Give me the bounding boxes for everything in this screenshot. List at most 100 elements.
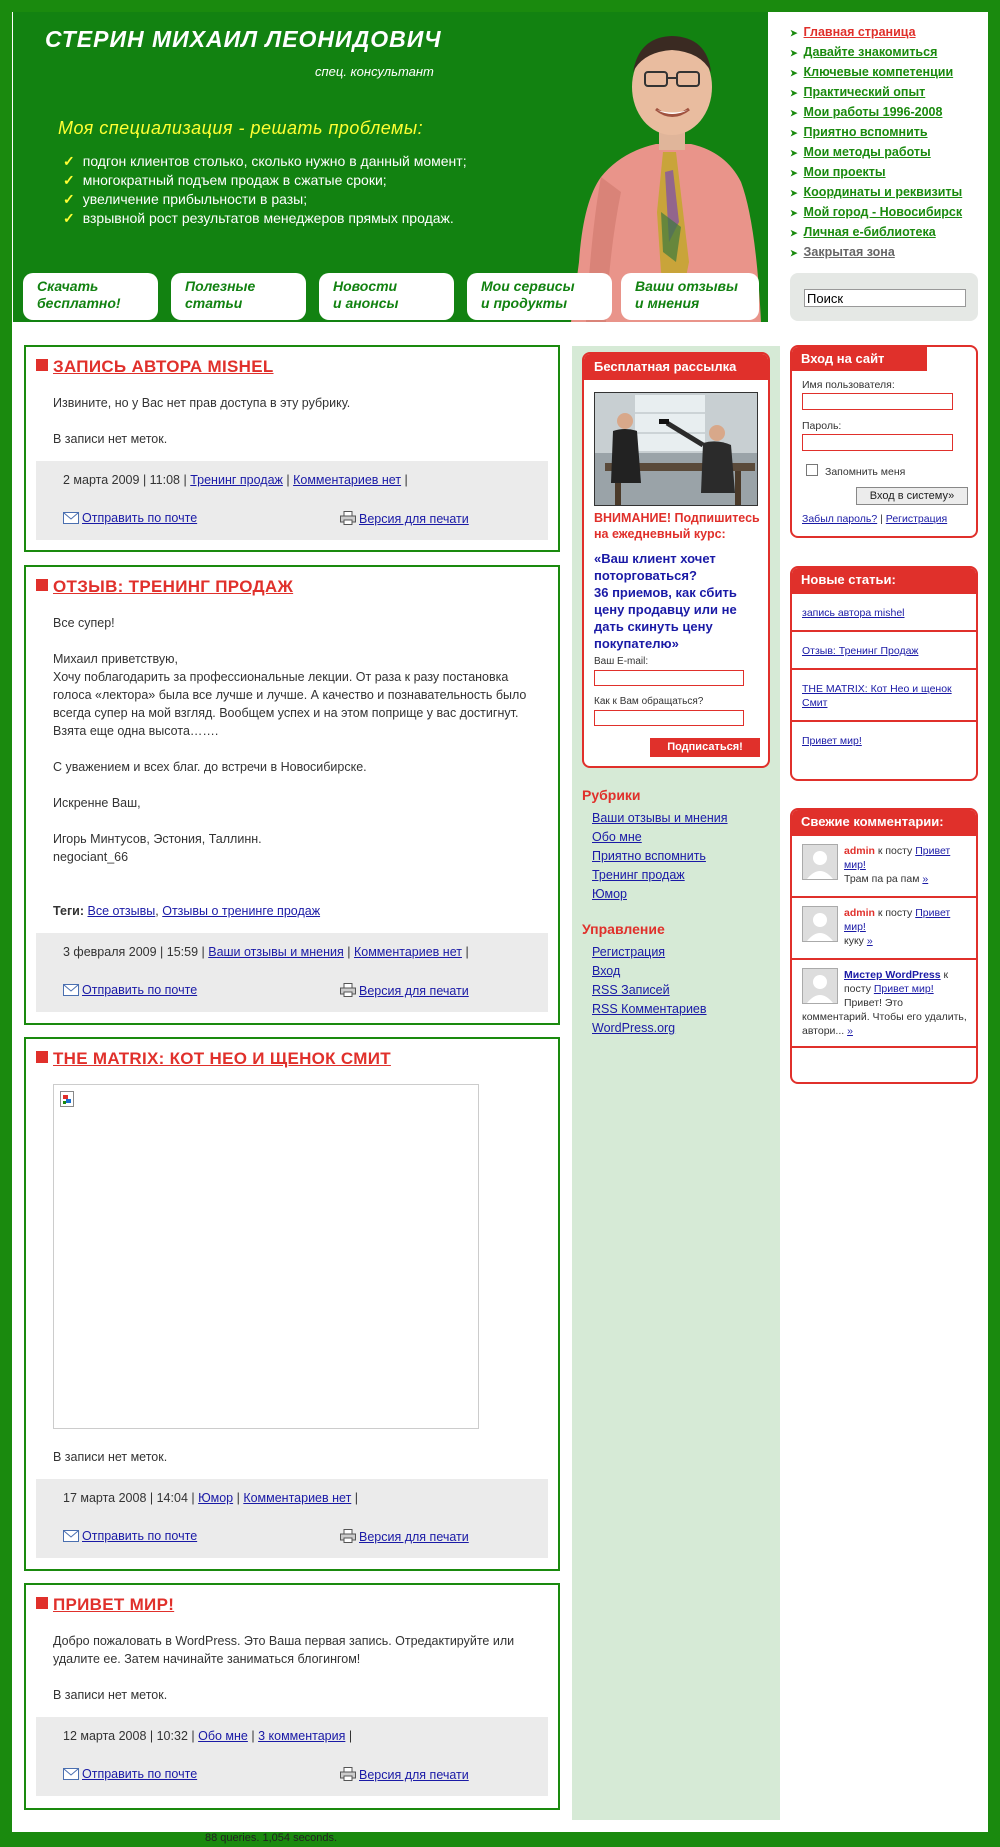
post-title[interactable]: THE MATRIX: КОТ НЕО И ЩЕНОК СМИТ [36,1049,391,1069]
newsletter-warning: ВНИМАНИЕ! Подпишитесь на ежедневный курс… [594,511,760,541]
comments-link[interactable]: 3 комментария [258,1729,345,1743]
newsletter-name-input[interactable] [594,710,744,726]
new-articles-box: Новые статьи: запись автора mishel Отзыв… [790,566,978,781]
manage-heading: Управление [582,921,665,937]
useful-articles-button[interactable]: Полезные статьи [171,273,306,320]
newsletter-email-input[interactable] [594,670,744,686]
arrow-right-icon: ➤ [790,128,798,138]
new-articles-list: запись автора mishel Отзыв: Тренинг Прод… [792,594,976,758]
comments-link[interactable]: Комментариев нет [243,1491,351,1505]
print-version-link[interactable]: Версия для печати [359,984,469,998]
nav-item-projects[interactable]: ➤ Мои проекты [790,162,962,182]
avatar [802,968,838,1004]
subscribe-button[interactable]: Подписаться! [650,738,760,757]
post-meta: 3 февраля 2009 | 15:59 | Ваши отзывы и м… [36,933,548,1012]
login-box: Вход на сайт Имя пользователя: Пароль: З… [790,345,978,538]
nav-item-closed-zone[interactable]: ➤ Закрытая зона [790,242,962,262]
nav-item-competencies[interactable]: ➤ Ключевые компетенции [790,62,962,82]
manage-item[interactable]: Регистрация [592,943,707,962]
manage-item[interactable]: Вход [592,962,707,981]
article-item[interactable]: Отзыв: Тренинг Продаж [792,632,976,670]
avatar [802,906,838,942]
services-button[interactable]: Мои сервисы и продукты [467,273,612,320]
rubric-item[interactable]: Ваши отзывы и мнения [592,809,728,828]
manage-item[interactable]: RSS Комментариев [592,1000,707,1019]
manage-item[interactable]: RSS Записей [592,981,707,1000]
post-matrix: THE MATRIX: КОТ НЕО И ЩЕНОК СМИТ В запис… [24,1037,560,1571]
comments-link[interactable]: Комментариев нет [354,945,462,959]
comment-more-link[interactable]: » [867,935,873,947]
feedback-button[interactable]: Ваши отзывы и мнения [621,273,759,320]
rubric-item[interactable]: Юмор [592,885,728,904]
nav-item-methods[interactable]: ➤ Мои методы работы [790,142,962,162]
newsletter-title: Бесплатная рассылка [584,354,768,380]
post-body: Все супер! Михаил приветствую, Хочу побл… [53,614,538,920]
main-navigation: ➤ Главная страница ➤ Давайте знакомиться ➤… [790,22,962,262]
nav-item-memories[interactable]: ➤ Приятно вспомнить [790,122,962,142]
login-title: Вход на сайт [792,347,927,371]
default-avatar-icon [807,913,833,941]
remember-me-checkbox[interactable]: Запомнить меня [806,464,905,478]
category-link[interactable]: Тренинг продаж [190,473,283,487]
printer-icon [340,1767,356,1781]
category-link[interactable]: Юмор [198,1491,233,1505]
comment-text: куку [844,935,864,947]
nav-item-contacts[interactable]: ➤ Координаты и реквизиты [790,182,962,202]
post-mishel: ЗАПИСЬ АВТОРА MISHEL Извините, но у Вас … [24,345,560,552]
print-version-link[interactable]: Версия для печати [359,512,469,526]
nav-item-works[interactable]: ➤ Мои работы 1996-2008 [790,102,962,122]
login-button[interactable]: Вход в систему» [856,487,968,505]
manage-item[interactable]: WordPress.org [592,1019,707,1038]
nav-item-acquaintance[interactable]: ➤ Давайте знакомиться [790,42,962,62]
print-version-link[interactable]: Версия для печати [359,1530,469,1544]
news-button[interactable]: Новости и анонсы [319,273,454,320]
specialization-item: ✓ многократный подъем продаж в сжатые сро… [63,172,387,188]
post-title[interactable]: ОТЗЫВ: ТРЕНИНГ ПРОДАЖ [36,577,293,597]
send-mail-link[interactable]: Отправить по почте [82,983,197,997]
comment-more-link[interactable]: » [922,873,928,885]
comments-link[interactable]: Комментариев нет [293,473,401,487]
category-link[interactable]: Обо мне [198,1729,248,1743]
search-input[interactable] [804,289,966,307]
forgot-password-link[interactable]: Забыл пароль? [802,513,877,525]
send-mail-link[interactable]: Отправить по почте [82,1529,197,1543]
nav-item-library[interactable]: ➤ Личная е-библиотека [790,222,962,242]
tag-link[interactable]: Все отзывы [88,904,156,918]
article-item[interactable]: THE MATRIX: Кот Нео и щенок Смит [792,670,976,722]
send-mail-link[interactable]: Отправить по почте [82,511,197,525]
specialization-heading: Моя специализация - решать проблемы: [58,118,424,138]
nav-item-home[interactable]: ➤ Главная страница [790,22,962,42]
post-review: ОТЗЫВ: ТРЕНИНГ ПРОДАЖ Все супер! Михаил … [24,565,560,1025]
download-free-button[interactable]: Скачать бесплатно! [23,273,158,320]
register-link[interactable]: Регистрация [886,513,947,525]
envelope-icon [63,1530,79,1542]
comment-item: Мистер WordPress к посту Привет мир! При… [792,960,976,1048]
password-label: Пароль: [802,420,842,432]
post-title[interactable]: ПРИВЕТ МИР! [36,1595,174,1615]
recent-comments-box: Свежие комментарии: admin к посту Привет… [790,808,978,1084]
print-version-link[interactable]: Версия для печати [359,1768,469,1782]
comment-post-link[interactable]: Привет мир! [874,983,934,995]
arrow-right-icon: ➤ [790,88,798,98]
send-mail-link[interactable]: Отправить по почте [82,1767,197,1781]
post-title[interactable]: ЗАПИСЬ АВТОРА MISHEL [36,357,274,377]
category-link[interactable]: Ваши отзывы и мнения [208,945,344,959]
rubric-item[interactable]: Обо мне [592,828,728,847]
arrow-right-icon: ➤ [790,248,798,258]
username-input[interactable] [802,393,953,410]
nav-item-city[interactable]: ➤ Мой город - Новосибирск [790,202,962,222]
checkmark-icon: ✓ [63,153,75,169]
checkbox-icon[interactable] [806,464,818,476]
tag-link[interactable]: Отзывы о тренинге продаж [162,904,320,918]
specialization-list: ✓ подгон клиентов столько, сколько нужно … [63,152,467,228]
embedded-video-placeholder[interactable] [53,1084,479,1429]
rubrics-heading: Рубрики [582,787,641,803]
nav-item-experience[interactable]: ➤ Практический опыт [790,82,962,102]
article-item[interactable]: запись автора mishel [792,594,976,632]
comment-author-link[interactable]: Мистер WordPress [844,969,941,981]
rubric-item[interactable]: Тренинг продаж [592,866,728,885]
comment-more-link[interactable]: » [847,1025,853,1037]
rubric-item[interactable]: Приятно вспомнить [592,847,728,866]
article-item[interactable]: Привет мир! [792,722,976,758]
password-input[interactable] [802,434,953,451]
